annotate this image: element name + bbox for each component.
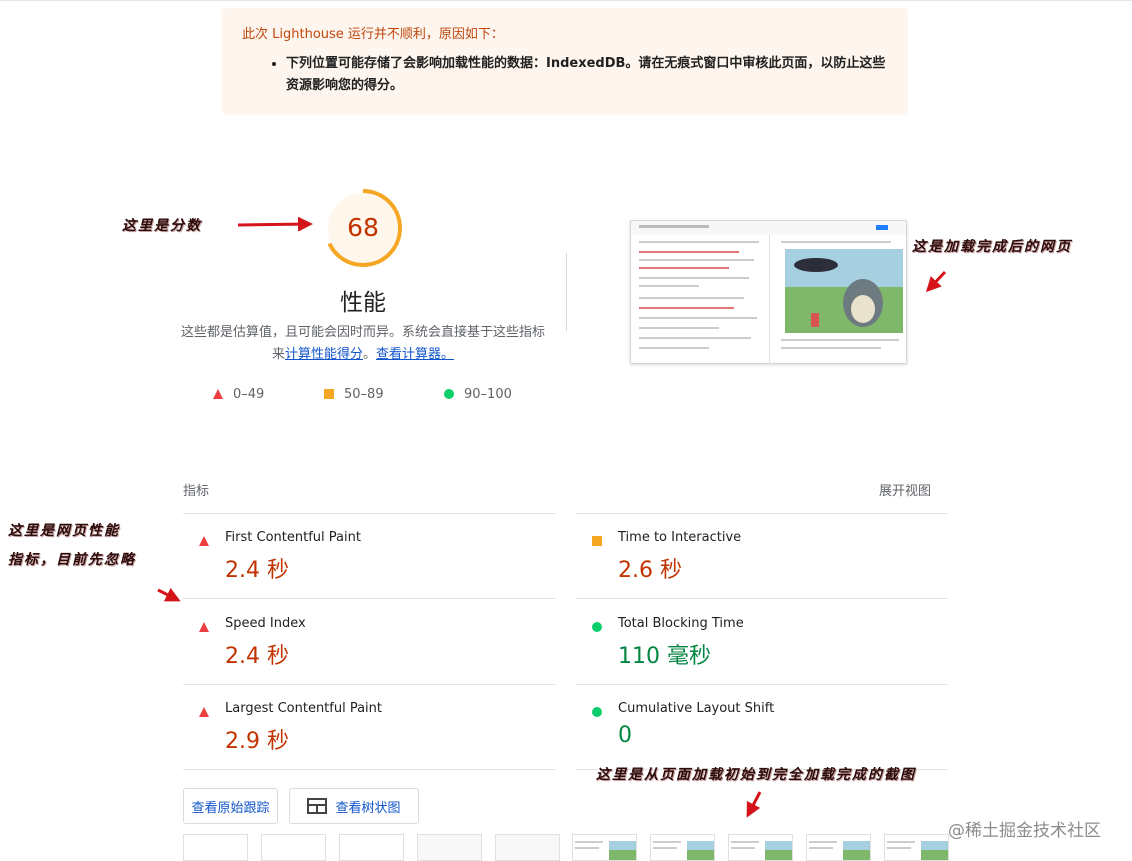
arrow-down-icon (746, 791, 762, 818)
arrow-down-right-icon (157, 587, 181, 602)
arrow-down-left-icon (925, 270, 947, 293)
watermark: @稀土掘金技术社区 (948, 821, 1101, 841)
arrow-right-icon (237, 216, 313, 232)
annotation-arrows (157, 216, 947, 818)
